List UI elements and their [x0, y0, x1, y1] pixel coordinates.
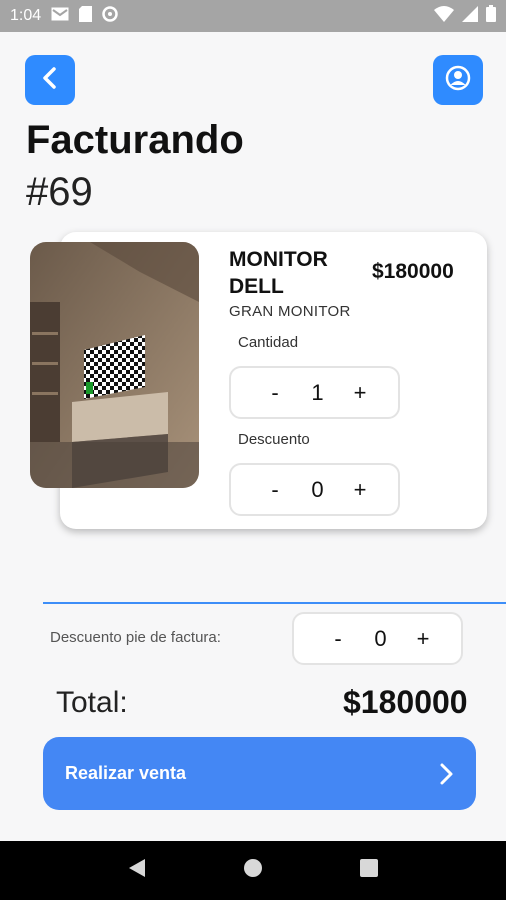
wifi-icon	[434, 5, 454, 27]
home-circle-icon[interactable]	[243, 858, 263, 883]
total-value: $180000	[343, 684, 468, 720]
screen: 1:04 Facturando #69 MONITOR DELL $180000…	[0, 0, 506, 900]
discount-plus-button[interactable]: +	[350, 477, 370, 503]
divider	[43, 602, 506, 604]
discount-label: Descuento	[238, 431, 310, 448]
chevron-left-icon	[39, 66, 61, 95]
back-triangle-icon[interactable]	[128, 858, 146, 883]
quantity-stepper: - 1 +	[229, 366, 400, 419]
quantity-label: Cantidad	[238, 334, 299, 351]
footer-discount-label: Descuento pie de factura:	[50, 629, 221, 646]
recents-square-icon[interactable]	[359, 859, 378, 882]
invoice-number: #69	[26, 170, 93, 214]
user-circle-icon	[445, 65, 471, 96]
mail-icon	[51, 7, 69, 26]
back-button[interactable]	[25, 55, 75, 105]
quantity-value[interactable]: 1	[303, 380, 333, 406]
product-price: $180000	[372, 260, 454, 283]
product-image	[30, 242, 199, 488]
signal-icon	[462, 5, 478, 27]
footer-discount-value[interactable]: 0	[366, 626, 396, 652]
status-time: 1:04	[10, 7, 42, 24]
chevron-right-icon	[438, 762, 454, 786]
at-sign-icon	[102, 5, 118, 27]
sim-card-icon	[79, 5, 93, 27]
total-label: Total:	[56, 686, 128, 719]
product-description: GRAN MONITOR	[229, 303, 351, 320]
quantity-plus-button[interactable]: +	[350, 380, 370, 406]
footer-discount-minus-button[interactable]: -	[328, 626, 348, 652]
page-title: Facturando	[26, 118, 244, 162]
footer-discount-plus-button[interactable]: +	[413, 626, 433, 652]
footer-discount-stepper: - 0 +	[292, 612, 463, 665]
submit-sale-label: Realizar venta	[65, 763, 187, 783]
submit-sale-button[interactable]: Realizar venta	[43, 737, 476, 810]
product-name: MONITOR DELL	[229, 248, 328, 298]
status-bar: 1:04	[0, 0, 506, 32]
discount-stepper: - 0 +	[229, 463, 400, 516]
profile-button[interactable]	[433, 55, 483, 105]
navigation-bar	[0, 841, 506, 900]
discount-minus-button[interactable]: -	[265, 477, 285, 503]
discount-value[interactable]: 0	[303, 477, 333, 503]
quantity-minus-button[interactable]: -	[265, 380, 285, 406]
battery-icon	[486, 5, 496, 27]
